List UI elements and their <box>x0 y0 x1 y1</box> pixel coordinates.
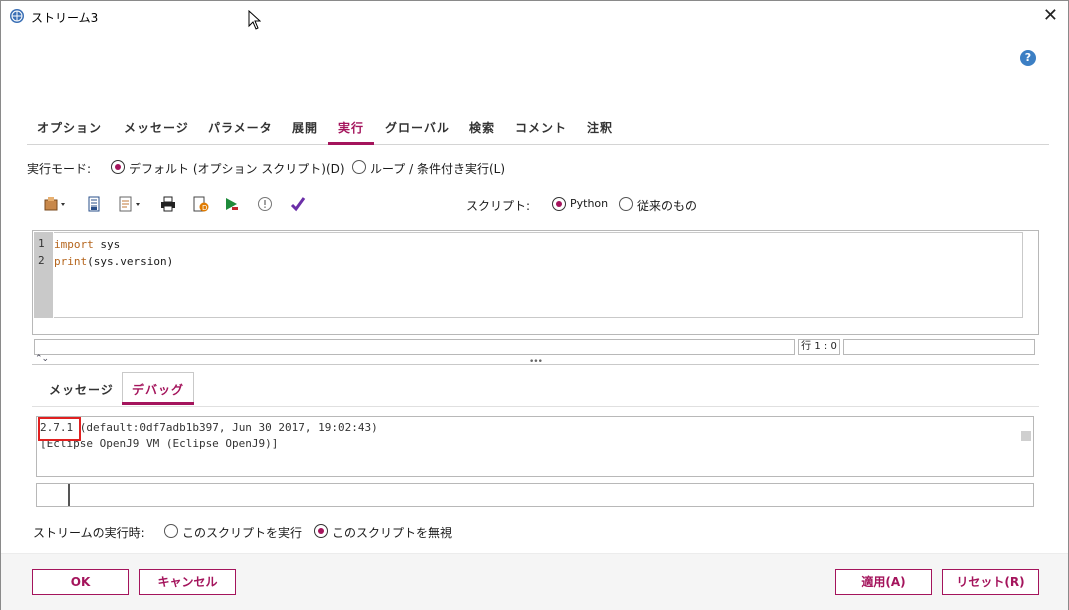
cancel-button[interactable]: キャンセル <box>139 569 236 595</box>
output-scrollbar[interactable] <box>1021 431 1031 441</box>
python-version: 2.7.1 <box>38 417 81 441</box>
run-icon[interactable] <box>222 195 242 213</box>
code-text: sys <box>93 238 121 251</box>
run-script-radio[interactable] <box>164 524 178 538</box>
code-line: print(sys.version) <box>54 253 1022 270</box>
main-tabs: オプション メッセージ パラメータ 展開 実行 グローバル 検索 コメント 注釈 <box>27 113 1049 145</box>
execution-mode-label: 実行モード: <box>27 162 92 176</box>
tab-messages[interactable]: メッセージ <box>124 119 189 136</box>
ignore-script-radio[interactable] <box>314 524 328 538</box>
code-line: import sys <box>54 236 1022 253</box>
tab-search[interactable]: 検索 <box>469 119 495 136</box>
legacy-radio[interactable] <box>619 197 633 211</box>
svg-text:D: D <box>202 204 207 212</box>
subtab-divider <box>32 406 1039 407</box>
tab-global[interactable]: グローバル <box>385 119 450 136</box>
legacy-label[interactable]: 従来のもの <box>637 197 697 214</box>
run-script-label[interactable]: このスクリプトを実行 <box>182 524 302 541</box>
editor-status-bar: 行 1 : 0 <box>32 337 1039 357</box>
tab-annotations[interactable]: 注釈 <box>587 119 613 136</box>
line-number-gutter: 1 2 <box>34 232 53 318</box>
status-field <box>34 339 795 355</box>
status-field <box>843 339 1035 355</box>
loop-mode-label[interactable]: ループ / 条件付き実行(L) <box>370 160 505 177</box>
cursor-position: 行 1 : 0 <box>798 339 840 355</box>
check-syntax-icon[interactable] <box>255 195 275 213</box>
ignore-script-label[interactable]: このスクリプトを無視 <box>332 524 452 541</box>
tab-comments[interactable]: コメント <box>515 119 567 136</box>
output-text: (default:0df7adb1b397, Jun 30 2017, 19:0… <box>73 421 378 434</box>
help-icon[interactable]: ? <box>1020 50 1036 66</box>
stream-app-icon <box>10 9 24 23</box>
input-prompt <box>37 484 70 506</box>
code-keyword: import <box>54 238 94 251</box>
default-mode-radio[interactable] <box>111 160 125 174</box>
python-radio[interactable] <box>552 197 566 211</box>
pane-splitter[interactable]: ⌃⌄ ••• <box>32 354 1039 367</box>
version-highlight-box <box>38 417 81 441</box>
ok-button[interactable]: OK <box>32 569 129 595</box>
validate-icon[interactable] <box>288 195 308 213</box>
debug-input-field[interactable] <box>36 483 1034 507</box>
stream-run-label: ストリームの実行時: <box>33 526 145 540</box>
save-script-icon[interactable] <box>84 195 104 213</box>
output-line: [Eclipse OpenJ9 VM (Eclipse OpenJ9)] <box>40 437 279 450</box>
subtab-messages[interactable]: メッセージ <box>49 381 114 398</box>
splitter-grip-icon[interactable]: ••• <box>529 357 543 367</box>
edit-script-icon[interactable] <box>118 195 144 213</box>
python-label[interactable]: Python <box>570 197 608 210</box>
output-line: 2.7.1 (default:0df7adb1b397, Jun 30 2017… <box>37 417 1033 441</box>
apply-button[interactable]: 適用(A) <box>835 569 932 595</box>
tab-deploy[interactable]: 展開 <box>292 119 318 136</box>
debug-icon[interactable]: D <box>191 195 211 213</box>
code-area[interactable]: import sys print(sys.version) <box>54 232 1023 318</box>
title-bar: ストリーム3 ✕ <box>1 1 1068 32</box>
script-language-label: スクリプト: <box>466 199 531 213</box>
tab-options[interactable]: オプション <box>37 119 102 136</box>
script-editor[interactable]: 1 2 import sys print(sys.version) <box>32 230 1039 335</box>
dialog-window: ストリーム3 ✕ ? オプション メッセージ パラメータ 展開 実行 グローバル… <box>0 0 1069 610</box>
collapse-expand-icon[interactable]: ⌃⌄ <box>35 354 49 364</box>
subtab-debug[interactable]: デバッグ <box>132 381 184 398</box>
mouse-cursor-icon <box>248 10 261 30</box>
active-subtab-indicator <box>122 402 194 405</box>
line-number: 2 <box>38 254 45 267</box>
print-icon[interactable] <box>158 195 178 213</box>
window-title: ストリーム3 <box>31 11 99 25</box>
line-number: 1 <box>38 237 45 250</box>
reset-button[interactable]: リセット(R) <box>942 569 1039 595</box>
code-text: (sys.version) <box>87 255 174 268</box>
tab-parameters[interactable]: パラメータ <box>208 119 273 136</box>
code-keyword: print <box>54 255 88 268</box>
loop-mode-radio[interactable] <box>352 160 366 174</box>
import-script-icon[interactable] <box>44 195 68 213</box>
debug-output[interactable]: 2.7.1 (default:0df7adb1b397, Jun 30 2017… <box>36 416 1034 477</box>
close-icon[interactable]: ✕ <box>1043 5 1058 26</box>
tab-execution[interactable]: 実行 <box>338 119 364 136</box>
default-mode-label[interactable]: デフォルト (オプション スクリプト)(D) <box>129 160 345 177</box>
active-tab-indicator <box>328 142 374 145</box>
